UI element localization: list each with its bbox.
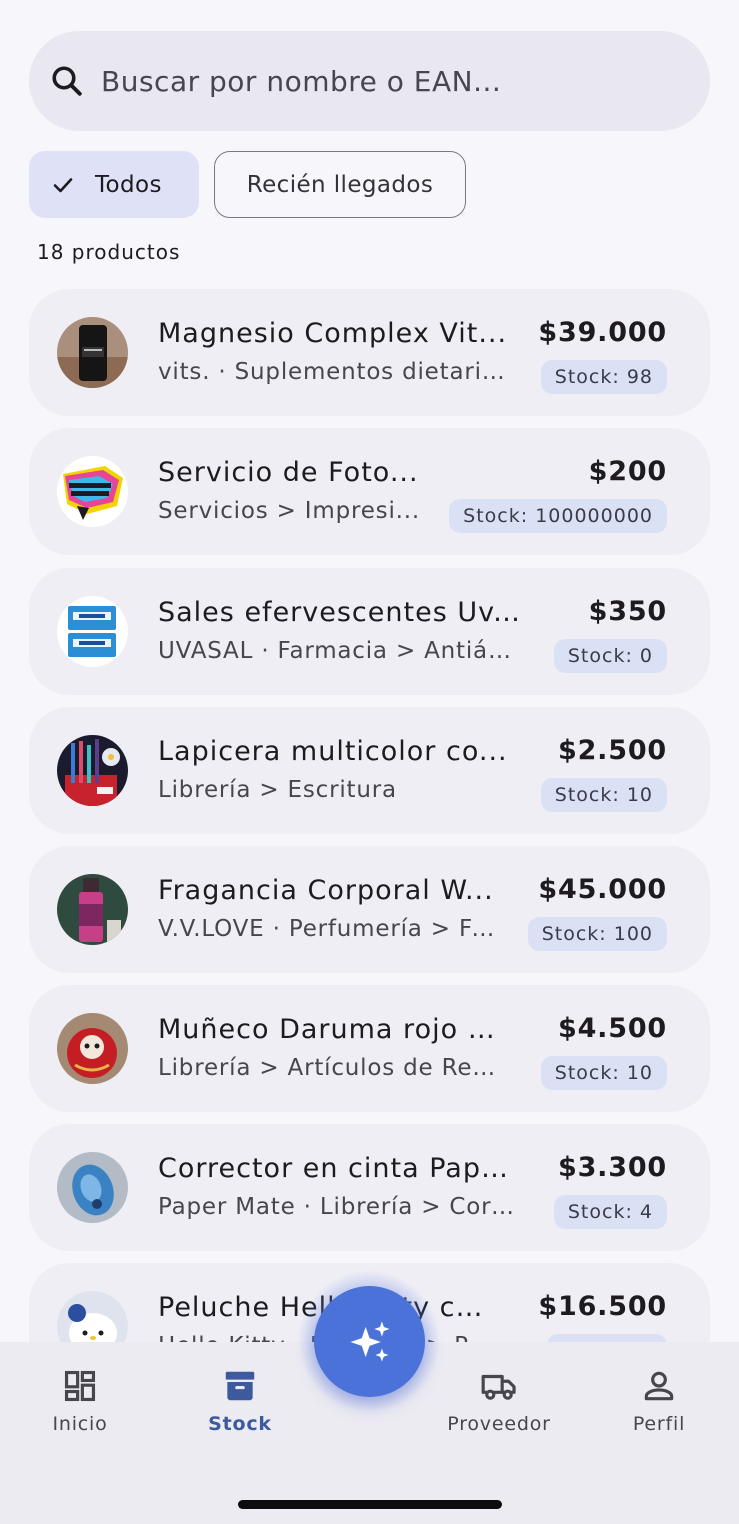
product-image [57, 456, 128, 527]
stock-badge: Stock: 100 [527, 917, 667, 951]
filter-chip-recien-llegados[interactable]: Recién llegados [214, 151, 466, 218]
home-indicator [238, 1500, 502, 1509]
nav-label: Proveedor [447, 1413, 551, 1435]
product-subtitle: Paper Mate · Librería > Corr... [158, 1194, 520, 1220]
product-image [57, 1013, 128, 1084]
product-price: $350 [588, 596, 667, 627]
sparkles-icon [350, 1320, 389, 1361]
nav-item-proveedor[interactable]: Proveedor [424, 1367, 574, 1435]
product-card[interactable]: Magnesio Complex Vit... vits. · Suplemen… [29, 289, 710, 416]
check-icon [53, 177, 73, 192]
nav-item-inicio[interactable]: Inicio [5, 1367, 155, 1435]
product-subtitle: UVASAL · Farmacia > Antiác... [158, 638, 520, 664]
stock-badge: Stock: 10 [540, 1056, 667, 1090]
product-image [57, 1152, 128, 1223]
product-subtitle: Servicios > Impresi... [158, 498, 420, 524]
product-price: $200 [588, 456, 667, 487]
product-image [57, 735, 128, 806]
filter-chip-label: Recién llegados [246, 171, 434, 198]
stock-badge: Stock: 4 [553, 1195, 667, 1229]
product-image [57, 596, 128, 667]
product-image [57, 1291, 128, 1342]
nav-label: Inicio [52, 1413, 108, 1435]
product-name: Corrector en cinta Pape... [158, 1153, 520, 1184]
product-price: $39.000 [538, 317, 667, 348]
product-price: $2.500 [558, 735, 667, 766]
stock-badge: Stock: 98 [540, 360, 667, 394]
product-name: Magnesio Complex Vit... [158, 318, 508, 349]
product-subtitle: V.V.LOVE · Perfumería > Fr... [158, 916, 498, 942]
truck-icon [481, 1374, 516, 1400]
filter-chip-todos[interactable]: Todos [29, 151, 199, 218]
nav-label: Stock [208, 1413, 272, 1435]
search-input[interactable] [101, 64, 661, 98]
product-name: Servicio de Foto... [158, 457, 419, 488]
filter-chips: Todos Recién llegados [29, 151, 466, 218]
product-image [57, 874, 128, 945]
product-list[interactable]: Magnesio Complex Vit... vits. · Suplemen… [29, 289, 710, 1342]
nav-label: Perfil [632, 1413, 686, 1435]
product-name: Muñeco Daruma rojo d... [158, 1014, 508, 1045]
search-bar[interactable] [29, 31, 710, 131]
product-subtitle: Librería > Escritura [158, 777, 397, 803]
archive-icon [225, 1371, 255, 1401]
nav-item-perfil[interactable]: Perfil [584, 1367, 734, 1435]
stock-badge [547, 1334, 667, 1342]
product-price: $16.500 [538, 1291, 667, 1322]
stock-badge: Stock: 10 [540, 778, 667, 812]
product-count: 18 productos [37, 240, 181, 264]
product-card[interactable]: Fragancia Corporal W... V.V.LOVE · Perfu… [29, 846, 710, 973]
product-name: Sales efervescentes Uv... [158, 597, 520, 628]
product-name: Lapicera multicolor co... [158, 736, 508, 767]
product-card[interactable]: Lapicera multicolor co... Librería > Esc… [29, 707, 710, 834]
product-name: Fragancia Corporal W... [158, 875, 494, 906]
product-price: $3.300 [558, 1152, 667, 1183]
product-price: $4.500 [558, 1013, 667, 1044]
filter-chip-label: Todos [95, 171, 162, 198]
stock-badge: Stock: 0 [553, 639, 667, 673]
product-price: $45.000 [538, 874, 667, 905]
stock-badge: Stock: 100000000 [449, 499, 667, 533]
product-card[interactable]: Sales efervescentes Uv... UVASAL · Farma… [29, 568, 710, 695]
product-card[interactable]: Muñeco Daruma rojo d... Librería > Artíc… [29, 985, 710, 1112]
ai-assistant-fab[interactable] [314, 1286, 425, 1397]
product-card[interactable]: Servicio de Foto... Servicios > Impresi.… [29, 428, 710, 555]
product-subtitle: Librería > Artículos de Reg... [158, 1055, 508, 1081]
nav-item-stock[interactable]: Stock [165, 1367, 315, 1435]
dashboard-icon [64, 1370, 96, 1402]
search-icon [52, 66, 82, 96]
person-icon [644, 1371, 674, 1401]
product-image [57, 317, 128, 388]
product-subtitle: vits. · Suplementos dietario... [158, 359, 510, 385]
product-card[interactable]: Corrector en cinta Pape... Paper Mate · … [29, 1124, 710, 1251]
